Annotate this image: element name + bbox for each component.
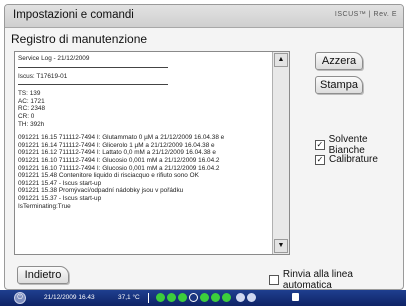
status-ok-icon [156,293,165,302]
window-title: Impostazioni e comandi [13,9,134,21]
log-line: AC: 1721 [18,97,45,105]
power-icon[interactable]: ⏻ [14,292,26,304]
autowrap-checkbox[interactable]: Rinvia alla linea automatica [269,269,403,290]
status-ok-icon [222,293,231,302]
brand-label: ISCUS™ | Rev. E [334,11,397,18]
log-line: 091221 16.12 711112-7494 I: Lattato 0,0 … [18,149,216,157]
log-scrollbar[interactable]: ▲ ▼ [272,52,289,254]
status-ok-icon [167,293,176,302]
status-ok-icon [178,293,187,302]
device-icon [292,293,299,301]
log-line: Iscus: T17619-01 [18,72,68,80]
status-ok-icon [211,293,220,302]
status-datetime: 21/12/2009 16.43 [44,294,95,301]
checkbox-icon[interactable] [269,275,279,285]
log-separator [18,66,168,68]
log-line: 091221 16.10 711112-7494 I: Glucosio 0,0… [18,164,220,172]
log-line: TH: 392h [18,120,45,128]
status-ok-icon [200,293,209,302]
status-bar: ⏻ 21/12/2009 16.43 37,1 °C [0,290,406,306]
status-empty-icon [189,293,198,302]
back-button[interactable]: Indietro [17,266,69,284]
log-line: 091221 15.37 - Iscus start-up [18,194,102,202]
print-button[interactable]: Stampa [315,76,363,94]
log-line: TS: 139 [18,90,41,98]
maintenance-log-box[interactable]: Service Log - 21/12/2009 Iscus: T17619-01… [14,51,290,255]
status-indicator-icon [236,293,245,302]
calibration-checkbox[interactable]: ✓ Calibrature [315,154,378,165]
log-line: 091221 16.10 711112-7494 I: Glucosio 0,0… [18,156,220,164]
log-separator [18,83,168,86]
log-line: CR: 0 [18,112,35,120]
reset-button[interactable]: Azzera [315,52,363,70]
log-line: Service Log - 21/12/2009 [18,55,90,62]
log-line: 091221 15.48 Contenitore liquido di risc… [18,172,199,180]
log-line: 091221 15.47 - Iscus start-up [18,179,102,187]
solvent-label: Solvente Bianche [328,134,368,156]
scroll-down-icon[interactable]: ▼ [274,239,288,253]
log-line: IsTerminating:True [18,202,71,210]
log-line: 091221 15.38 Promývací/odpadní nádobky j… [18,187,184,195]
title-bar: Impostazioni e comandi ISCUS™ | Rev. E [5,5,403,28]
status-temperature: 37,1 °C [118,294,140,301]
log-line: 091221 16.14 711112-7494 I: Glicerolo 1 … [18,141,215,149]
solvent-checkbox[interactable]: ✓ Solvente Bianche [315,134,403,156]
status-indicator-icon [247,293,256,302]
calibration-label: Calibrature [329,154,378,165]
maintenance-log-text[interactable]: Service Log - 21/12/2009 Iscus: T17619-01… [18,55,272,251]
settings-window: Impostazioni e comandi ISCUS™ | Rev. E R… [4,4,404,290]
autowrap-label: Rinvia alla linea automatica [282,269,353,290]
section-title: Registro di manutenzione [11,32,148,46]
log-line: RC: 2348 [18,105,45,113]
checkbox-icon[interactable]: ✓ [315,140,325,150]
log-line: 091221 16.15 711112-7494 I: Glutammato 0… [18,134,225,142]
checkbox-icon[interactable]: ✓ [315,154,325,165]
status-divider [148,293,149,303]
scroll-up-icon[interactable]: ▲ [274,53,288,67]
